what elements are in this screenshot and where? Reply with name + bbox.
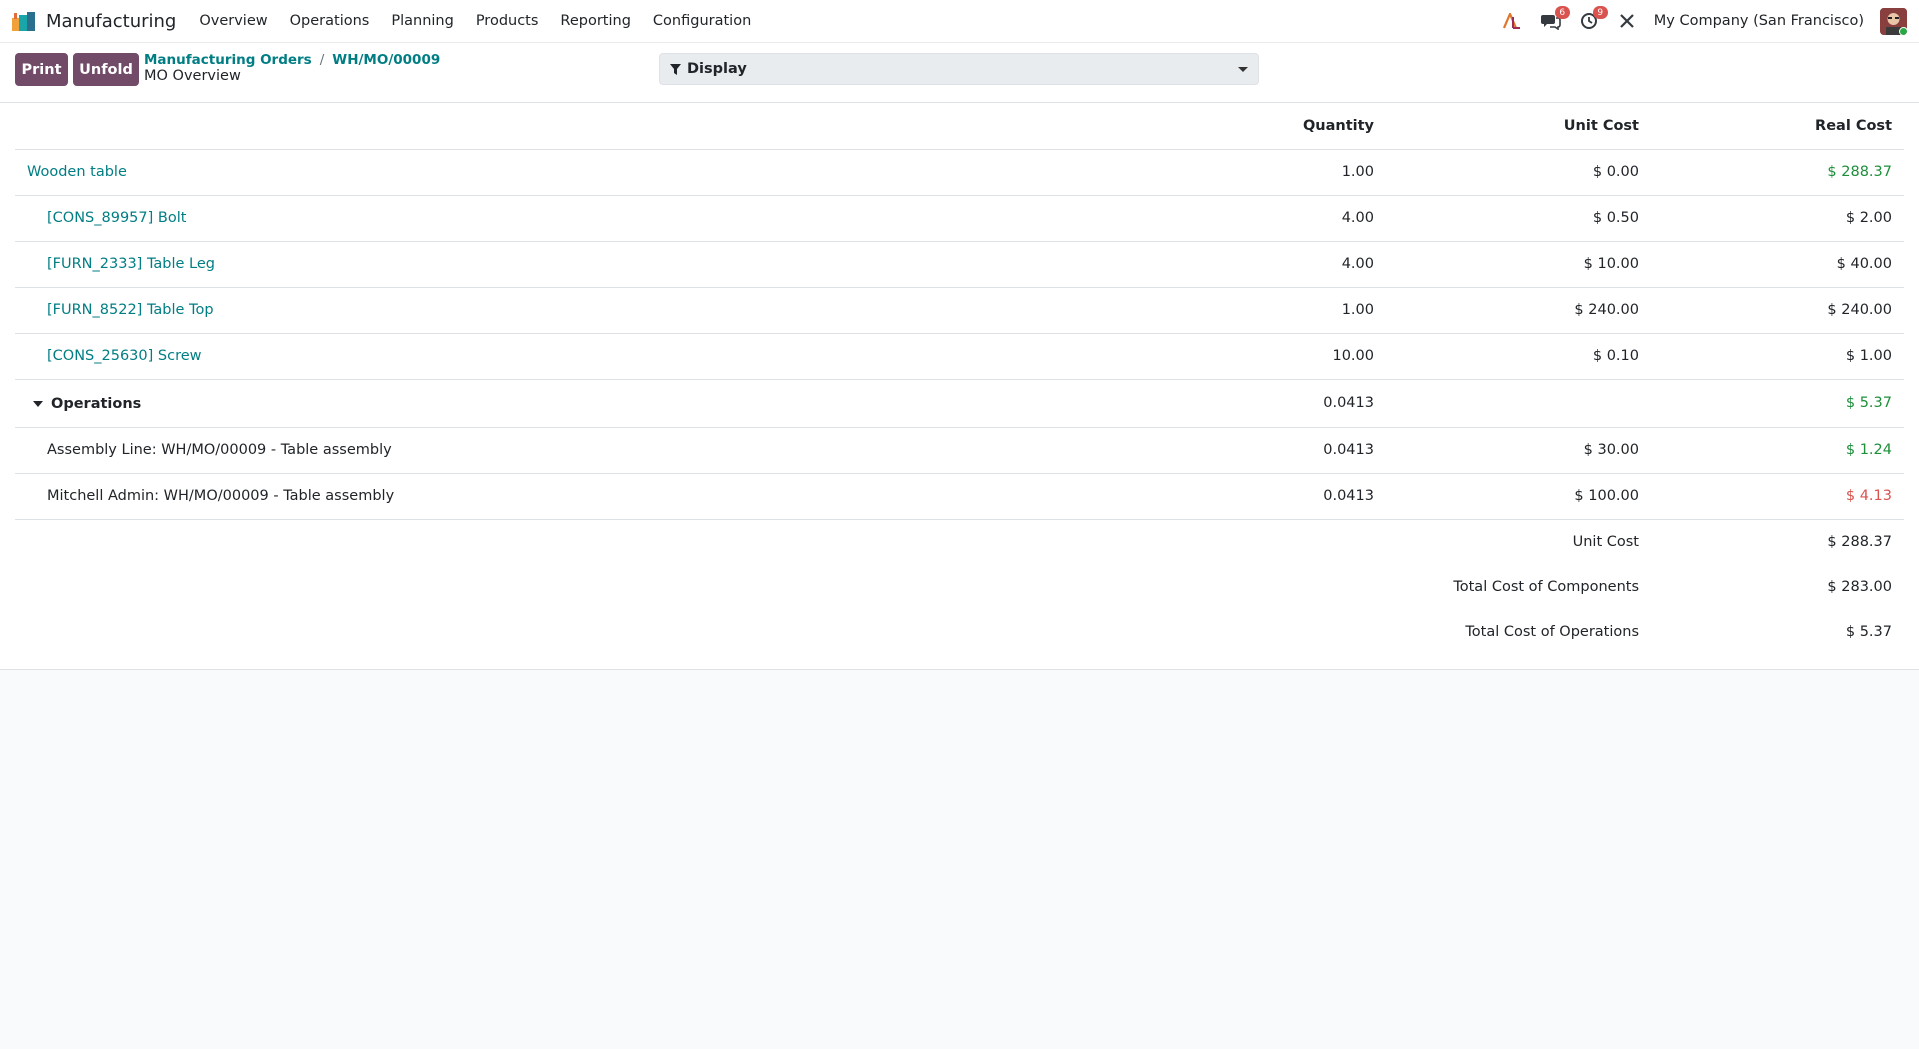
component-link[interactable]: [CONS_25630] Screw	[47, 348, 202, 364]
app-brand[interactable]: Manufacturing	[12, 11, 176, 32]
operation-unit-cost: $ 30.00	[1386, 427, 1651, 474]
menu-operations[interactable]: Operations	[279, 13, 381, 29]
app-name: Manufacturing	[46, 10, 177, 32]
component-quantity: 1.00	[1165, 287, 1386, 334]
header-quantity: Quantity	[1165, 103, 1386, 150]
operations-quantity: 0.0413	[1165, 379, 1386, 428]
summary-value: $ 5.37	[1845, 623, 1892, 640]
component-quantity: 4.00	[1165, 241, 1386, 288]
summary-label: Unit Cost	[1572, 533, 1639, 550]
summary-value: $ 288.37	[1827, 533, 1892, 550]
operation-real-cost: $ 4.13	[1651, 473, 1904, 520]
print-button[interactable]: Print	[15, 53, 68, 86]
breadcrumb-separator: /	[319, 52, 325, 68]
operation-unit-cost: $ 100.00	[1386, 473, 1651, 520]
component-quantity: 10.00	[1165, 333, 1386, 380]
cost-table: Quantity Unit Cost Real Cost Wooden tabl…	[15, 103, 1904, 654]
operation-real-cost: $ 1.24	[1651, 427, 1904, 474]
table-row: [CONS_89957] Bolt 4.00 $ 0.50 $ 2.00	[15, 195, 1904, 242]
product-quantity: 1.00	[1165, 149, 1386, 196]
product-row: Wooden table 1.00 $ 0.00 $ 288.37	[15, 149, 1904, 196]
component-unit-cost: $ 0.50	[1386, 195, 1651, 242]
summary-row-operations: Total Cost of Operations $ 5.37	[15, 609, 1904, 654]
component-real-cost: $ 240.00	[1651, 287, 1904, 334]
component-link[interactable]: [FURN_2333] Table Leg	[47, 256, 215, 272]
messages-badge: 6	[1554, 6, 1570, 19]
unfold-button[interactable]: Unfold	[73, 53, 139, 86]
menu-planning[interactable]: Planning	[380, 13, 464, 29]
breadcrumb-mo-reference[interactable]: WH/MO/00009	[332, 52, 440, 68]
operations-toggle[interactable]: Operations	[27, 396, 141, 412]
table-row: [FURN_8522] Table Top 1.00 $ 240.00 $ 24…	[15, 287, 1904, 334]
operations-real-cost: $ 5.37	[1651, 379, 1904, 428]
operation-name: Assembly Line: WH/MO/00009 - Table assem…	[15, 427, 1165, 474]
operation-quantity: 0.0413	[1165, 427, 1386, 474]
component-unit-cost: $ 240.00	[1386, 287, 1651, 334]
table-row: [FURN_2333] Table Leg 4.00 $ 10.00 $ 40.…	[15, 241, 1904, 288]
menu-configuration[interactable]: Configuration	[642, 13, 762, 29]
caret-down-icon	[33, 400, 43, 407]
activities-clock-icon[interactable]: 9	[1578, 6, 1608, 32]
filter-icon	[670, 63, 681, 75]
debug-tools-icon[interactable]	[1616, 10, 1638, 32]
control-panel: Print Unfold Manufacturing Orders / WH/M…	[0, 43, 1919, 103]
component-real-cost: $ 40.00	[1651, 241, 1904, 288]
systray: 6 9 My Company (San Francisco)	[1502, 6, 1907, 35]
ai-assistant-icon[interactable]	[1502, 10, 1524, 32]
menu-products[interactable]: Products	[465, 13, 550, 29]
operations-label: Operations	[51, 395, 142, 412]
component-unit-cost: $ 0.10	[1386, 333, 1651, 380]
operations-group-row: Operations 0.0413 $ 5.37	[15, 379, 1904, 428]
product-real-cost: $ 288.37	[1651, 149, 1904, 196]
page-title: MO Overview	[144, 68, 241, 84]
summary-label: Total Cost of Components	[1453, 578, 1639, 595]
operations-unit-cost	[1386, 379, 1651, 428]
menu-reporting[interactable]: Reporting	[549, 13, 642, 29]
activities-badge: 9	[1592, 6, 1608, 19]
mo-overview-report: Quantity Unit Cost Real Cost Wooden tabl…	[0, 103, 1919, 670]
summary-row-unit-cost: Unit Cost $ 288.37	[15, 519, 1904, 564]
operation-quantity: 0.0413	[1165, 473, 1386, 520]
product-unit-cost: $ 0.00	[1386, 149, 1651, 196]
header-unit-cost: Unit Cost	[1386, 103, 1651, 150]
header-name	[15, 103, 1165, 150]
breadcrumb-manufacturing-orders[interactable]: Manufacturing Orders	[144, 52, 312, 68]
user-avatar[interactable]	[1880, 7, 1907, 35]
main-menu: Overview Operations Planning Products Re…	[188, 13, 762, 29]
product-link[interactable]: Wooden table	[27, 164, 127, 180]
component-unit-cost: $ 10.00	[1386, 241, 1651, 288]
company-switcher[interactable]: My Company (San Francisco)	[1654, 13, 1864, 29]
breadcrumb: Manufacturing Orders / WH/MO/00009	[144, 52, 440, 68]
table-header-row: Quantity Unit Cost Real Cost	[15, 103, 1904, 150]
manufacturing-app-icon	[12, 12, 35, 31]
top-navbar: Manufacturing Overview Operations Planni…	[0, 0, 1919, 43]
header-real-cost: Real Cost	[1651, 103, 1904, 150]
chevron-down-icon	[1238, 66, 1248, 72]
component-real-cost: $ 1.00	[1651, 333, 1904, 380]
summary-value: $ 283.00	[1827, 578, 1892, 595]
menu-overview[interactable]: Overview	[188, 13, 278, 29]
table-row: Assembly Line: WH/MO/00009 - Table assem…	[15, 427, 1904, 474]
operation-name: Mitchell Admin: WH/MO/00009 - Table asse…	[15, 473, 1165, 520]
messages-icon[interactable]: 6	[1540, 6, 1570, 32]
summary-row-components: Total Cost of Components $ 283.00	[15, 564, 1904, 609]
breadcrumb-area: Manufacturing Orders / WH/MO/00009 MO Ov…	[144, 52, 440, 84]
display-label: Display	[687, 61, 747, 77]
online-status-dot	[1899, 26, 1907, 35]
display-dropdown[interactable]: Display	[659, 53, 1259, 85]
component-quantity: 4.00	[1165, 195, 1386, 242]
table-row: Mitchell Admin: WH/MO/00009 - Table asse…	[15, 473, 1904, 520]
component-link[interactable]: [CONS_89957] Bolt	[47, 210, 186, 226]
summary-label: Total Cost of Operations	[1465, 623, 1639, 640]
component-link[interactable]: [FURN_8522] Table Top	[47, 302, 214, 318]
component-real-cost: $ 2.00	[1651, 195, 1904, 242]
table-row: [CONS_25630] Screw 10.00 $ 0.10 $ 1.00	[15, 333, 1904, 380]
